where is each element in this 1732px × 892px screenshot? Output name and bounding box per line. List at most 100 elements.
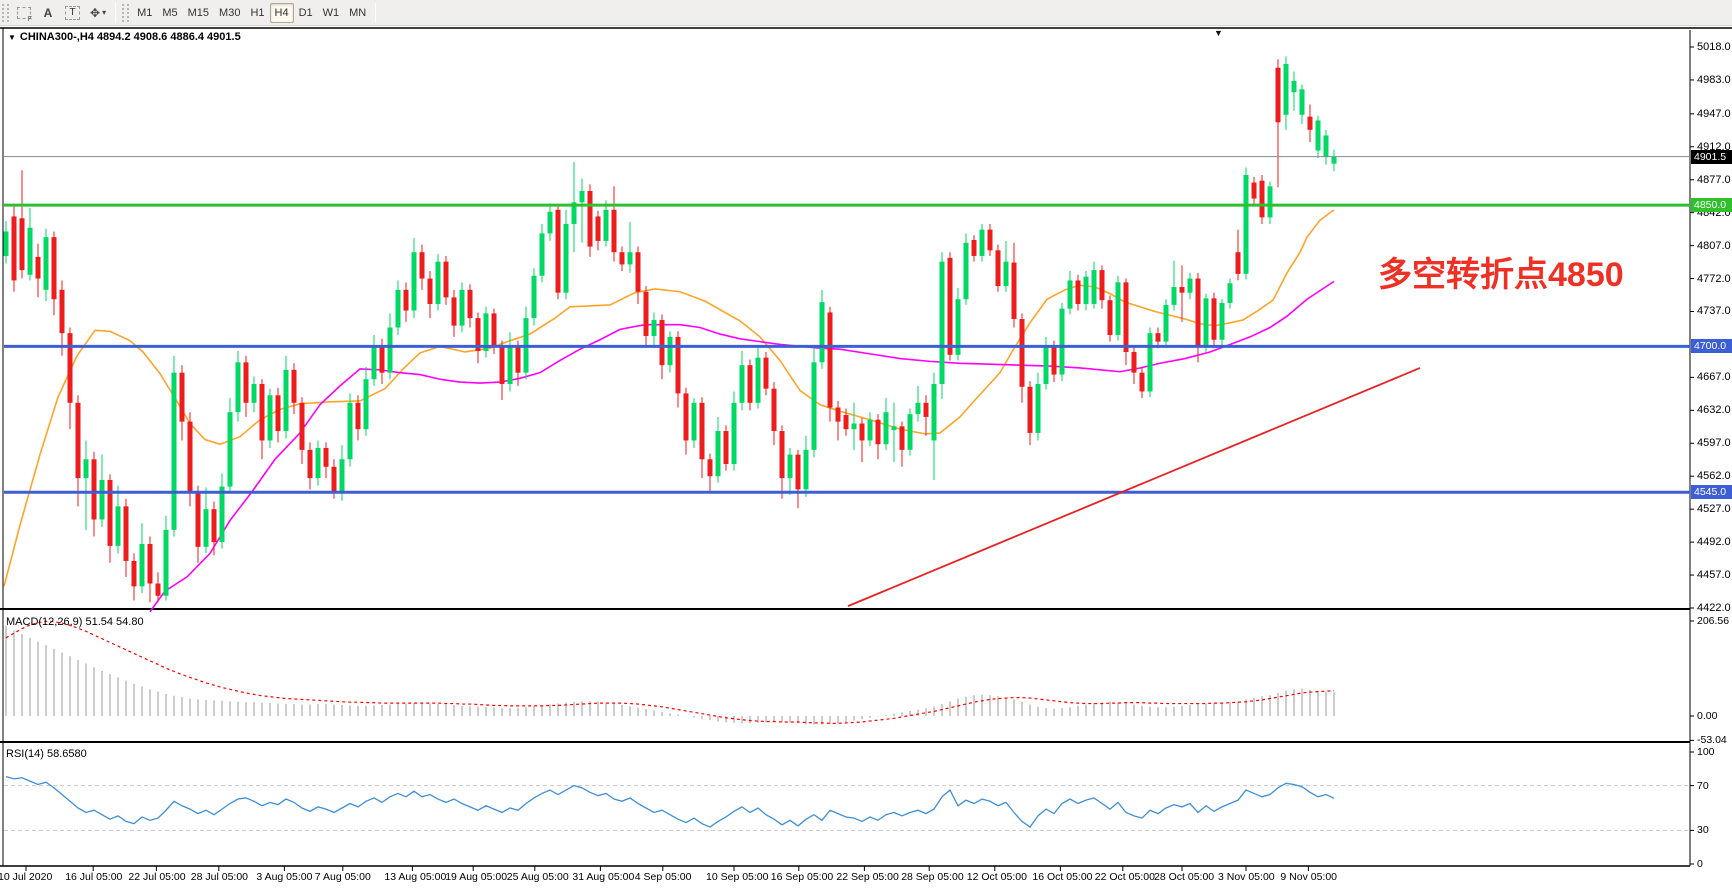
chart-window[interactable]: ▼ CHINA300-,H4 4894.2 4908.6 4886.4 4901…: [0, 26, 1732, 892]
time-label: 12 Oct 05:00: [967, 871, 1027, 883]
candle: [212, 509, 217, 542]
grid-f-icon: F: [17, 7, 31, 19]
chart-canvas[interactable]: [0, 26, 1732, 892]
time-label: 22 Sep 05:00: [836, 871, 898, 883]
candle: [804, 450, 809, 490]
chart-title: ▼ CHINA300-,H4 4894.2 4908.6 4886.4 4901…: [8, 31, 241, 43]
timeframe-button-m30[interactable]: M30: [214, 3, 245, 23]
candle: [340, 459, 345, 493]
candle: [492, 313, 497, 346]
candle: [1076, 280, 1081, 304]
candle: [348, 403, 353, 459]
candle: [1308, 117, 1313, 130]
rsi-axis-label: 70: [1697, 780, 1709, 792]
candle: [828, 312, 833, 407]
rsi-axis-label: 0: [1697, 858, 1703, 870]
time-label: 28 Jul 05:00: [191, 871, 248, 883]
candle: [660, 320, 665, 365]
candle: [1220, 303, 1225, 340]
drawing-tools-button[interactable]: ✥ ▾: [85, 3, 111, 23]
candle: [756, 358, 761, 403]
timeframe-button-h4[interactable]: H4: [270, 3, 294, 23]
price-tick-label: 4737.0: [1697, 305, 1731, 317]
time-label: 13 Aug 05:00: [384, 871, 446, 883]
candle: [772, 389, 777, 431]
candle: [172, 373, 177, 530]
price-tick-label: 4877.0: [1697, 174, 1731, 186]
timeframe-button-m15[interactable]: M15: [183, 3, 214, 23]
price-badge-4700.0[interactable]: 4700.0: [1691, 339, 1732, 353]
candle: [868, 420, 873, 441]
candle: [1100, 270, 1105, 300]
time-label: 16 Oct 05:00: [1032, 871, 1092, 883]
candle: [124, 506, 129, 561]
toolbar-drag-handle[interactable]: [2, 4, 9, 22]
candle: [900, 426, 905, 450]
time-label: 9 Nov 05:00: [1280, 871, 1337, 883]
candle: [388, 328, 393, 373]
timeframe-button-m5[interactable]: M5: [157, 3, 182, 23]
price-badge-4850.0[interactable]: 4850.0: [1691, 198, 1732, 212]
candle: [1084, 277, 1089, 304]
rsi-indicator-label: RSI(14) 58.6580: [6, 748, 87, 760]
candle: [1020, 319, 1025, 387]
candle: [300, 403, 305, 450]
candle: [620, 252, 625, 264]
candle: [468, 290, 473, 318]
timeframe-button-d1[interactable]: D1: [294, 3, 318, 23]
timeframe-button-mn[interactable]: MN: [344, 3, 371, 23]
time-label: 22 Oct 05:00: [1095, 871, 1155, 883]
candle: [988, 230, 993, 251]
price-tick-label: 4947.0: [1697, 108, 1731, 120]
price-annotation-text: 多空转折点4850: [1378, 247, 1628, 296]
candle: [44, 237, 49, 290]
candle: [940, 262, 945, 384]
candle: [1156, 333, 1161, 341]
collapse-triangle-icon[interactable]: ▼: [8, 33, 16, 42]
candle: [1212, 298, 1217, 339]
rsi-axis-label: 30: [1697, 824, 1709, 836]
time-label: 4 Sep 05:00: [635, 871, 692, 883]
candle: [996, 250, 1001, 286]
price-tick-label: 4562.0: [1697, 470, 1731, 482]
grid-properties-button[interactable]: F: [12, 3, 36, 23]
cursor-a-icon: A: [44, 6, 53, 20]
candle: [268, 395, 273, 440]
price-badge-4901.5[interactable]: 4901.5: [1691, 150, 1732, 164]
timeframe-button-w1[interactable]: W1: [318, 3, 345, 23]
candle: [452, 297, 457, 325]
candle: [684, 393, 689, 440]
candle: [860, 424, 865, 441]
candle: [516, 346, 521, 372]
macd-axis-label: -53.04: [1697, 734, 1727, 746]
candle: [36, 257, 41, 279]
candle: [796, 455, 801, 490]
candle: [924, 403, 929, 417]
arrow-tool-button[interactable]: A: [36, 3, 60, 23]
price-tick-label: 4527.0: [1697, 503, 1731, 515]
timeframe-button-m1[interactable]: M1: [132, 3, 157, 23]
candle: [404, 290, 409, 311]
text-label-button[interactable]: T: [60, 3, 85, 23]
timeframe-button-group: M1M5M15M30H1H4D1W1MN: [132, 3, 371, 23]
candle: [604, 210, 609, 241]
candle: [1132, 352, 1137, 373]
candle: [1068, 280, 1073, 308]
candle: [1292, 81, 1297, 92]
price-tick-label: 4772.0: [1697, 273, 1731, 285]
candle: [652, 320, 657, 336]
time-label: 16 Jul 05:00: [65, 871, 122, 883]
candle: [436, 262, 441, 304]
candle: [1180, 287, 1185, 293]
timeframe-drag-handle[interactable]: [122, 4, 129, 22]
price-badge-4545.0[interactable]: 4545.0: [1691, 485, 1732, 499]
rsi-axis-label: 100: [1697, 746, 1715, 758]
chart-shift-marker[interactable]: ▼: [1214, 28, 1223, 38]
candle: [412, 252, 417, 310]
macd-axis-label: 206.56: [1697, 615, 1729, 627]
candle: [788, 455, 793, 479]
candle: [332, 467, 337, 493]
candle: [1148, 333, 1153, 391]
candle: [628, 252, 633, 264]
timeframe-button-h1[interactable]: H1: [245, 3, 269, 23]
